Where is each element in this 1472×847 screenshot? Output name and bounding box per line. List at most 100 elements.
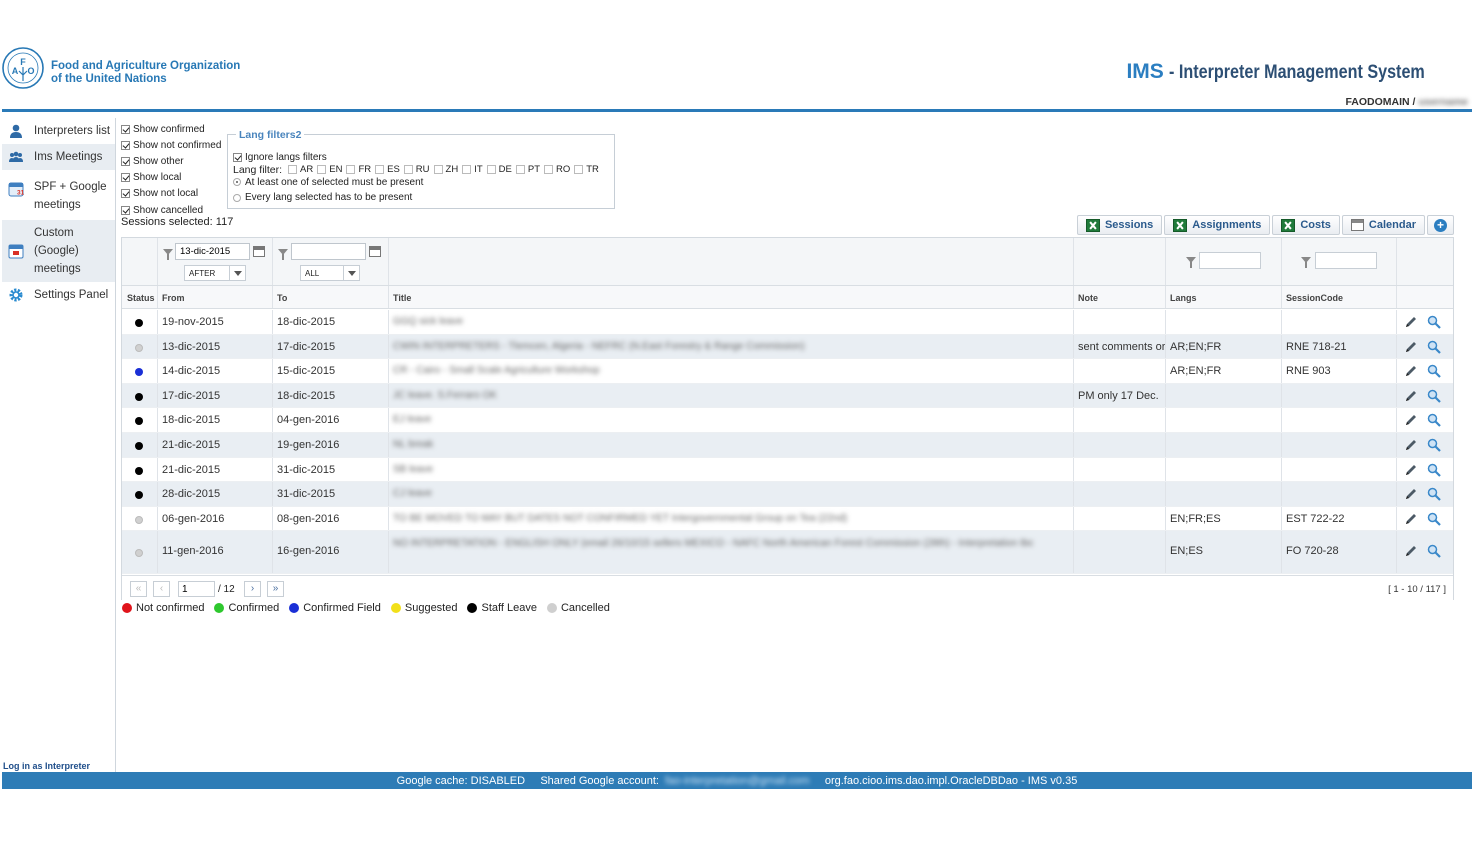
- next-page-button[interactable]: ›: [244, 581, 261, 597]
- lang-option-tr[interactable]: TR: [574, 164, 599, 175]
- checkbox[interactable]: [121, 124, 130, 134]
- radio-at-least-one[interactable]: At least one of selected must be present: [233, 176, 603, 189]
- table-row[interactable]: 06-gen-2016 08-gen-2016 TO BE MOVED TO MAY…: [122, 506, 1453, 532]
- search-icon[interactable]: [1427, 389, 1441, 403]
- lang-option-fr[interactable]: FR: [346, 164, 371, 175]
- checkbox[interactable]: [121, 140, 130, 150]
- table-row[interactable]: 13-dic-2015 17-dic-2015 CWIN INTERPRETERS …: [122, 334, 1453, 360]
- export-costs-button[interactable]: Costs: [1272, 215, 1340, 235]
- pencil-icon[interactable]: [1404, 438, 1418, 452]
- to-mode-select[interactable]: ALL: [300, 265, 360, 281]
- sidebar-item-ims-meetings[interactable]: Ims Meetings: [2, 144, 115, 170]
- prev-page-button[interactable]: ‹: [153, 581, 170, 597]
- lang-option-es[interactable]: ES: [375, 164, 400, 175]
- table-row[interactable]: 19-nov-2015 18-dic-2015 GGQ sick leave: [122, 310, 1453, 335]
- session-code-filter-input[interactable]: [1315, 252, 1377, 269]
- search-icon[interactable]: [1427, 544, 1441, 559]
- checkbox[interactable]: [121, 205, 130, 215]
- search-icon[interactable]: [1427, 413, 1441, 428]
- table-row[interactable]: 21-dic-2015 19-gen-2016 NL break: [122, 432, 1453, 458]
- pencil-icon[interactable]: [1404, 487, 1418, 501]
- filter-show-not-local[interactable]: Show not local: [121, 186, 221, 202]
- add-session-button[interactable]: +: [1427, 215, 1454, 235]
- header-note[interactable]: Note: [1078, 293, 1098, 303]
- lang-option-it[interactable]: IT: [462, 164, 483, 175]
- checkbox[interactable]: [121, 189, 130, 199]
- checkbox[interactable]: [486, 165, 496, 175]
- search-icon[interactable]: [1427, 315, 1441, 329]
- table-row[interactable]: 21-dic-2015 31-dic-2015 SB leave: [122, 457, 1453, 483]
- lang-option-ru[interactable]: RU: [403, 164, 430, 175]
- filter-show-local[interactable]: Show local: [121, 170, 221, 186]
- ignore-langs-filter[interactable]: Ignore langs filters: [233, 151, 603, 164]
- lang-option-ar[interactable]: AR: [288, 164, 313, 175]
- checkbox[interactable]: [515, 165, 525, 175]
- radio[interactable]: [233, 193, 241, 202]
- pencil-icon[interactable]: [1404, 389, 1418, 403]
- checkbox[interactable]: [375, 165, 385, 175]
- calendar-icon[interactable]: [369, 246, 381, 257]
- checkbox[interactable]: [121, 173, 130, 183]
- checkbox[interactable]: [317, 165, 327, 175]
- search-icon[interactable]: [1427, 463, 1441, 477]
- first-page-button[interactable]: «: [130, 581, 147, 597]
- checkbox[interactable]: [403, 165, 413, 175]
- langs-filter-input[interactable]: [1199, 252, 1261, 269]
- checkbox[interactable]: [346, 165, 356, 175]
- checkbox[interactable]: [544, 165, 553, 175]
- search-icon[interactable]: [1427, 487, 1441, 501]
- checkbox[interactable]: [462, 165, 472, 175]
- checkbox[interactable]: [233, 152, 242, 162]
- pencil-icon[interactable]: [1404, 512, 1418, 526]
- last-page-button[interactable]: »: [267, 581, 284, 597]
- pencil-icon[interactable]: [1404, 364, 1418, 378]
- header-title[interactable]: Title: [393, 293, 411, 303]
- login-as-interpreter-link[interactable]: Log in as Interpreter: [3, 761, 90, 771]
- calendar-icon[interactable]: [253, 246, 265, 257]
- table-row[interactable]: 28-dic-2015 31-dic-2015 CJ leave: [122, 482, 1453, 507]
- to-date-filter[interactable]: [291, 243, 366, 260]
- from-date-filter[interactable]: [175, 243, 250, 260]
- checkbox[interactable]: [288, 165, 298, 175]
- radio[interactable]: [233, 178, 241, 187]
- table-row[interactable]: 18-dic-2015 04-gen-2016 EJ leave: [122, 408, 1453, 433]
- checkbox[interactable]: [433, 165, 443, 175]
- search-icon[interactable]: [1427, 438, 1441, 452]
- calendar-button[interactable]: Calendar: [1341, 215, 1425, 235]
- sidebar-item-settings[interactable]: Settings Panel: [2, 282, 115, 308]
- filter-show-confirmed[interactable]: Show confirmed: [121, 121, 221, 137]
- search-icon[interactable]: [1427, 512, 1441, 526]
- pencil-icon[interactable]: [1404, 544, 1418, 558]
- table-row[interactable]: 17-dic-2015 18-dic-2015 JC leave. S.Ferrar…: [122, 383, 1453, 409]
- pencil-icon[interactable]: [1404, 340, 1418, 354]
- lang-option-en[interactable]: EN: [317, 164, 342, 175]
- filter-show-other[interactable]: Show other: [121, 153, 221, 169]
- table-row[interactable]: 11-gen-2016 16-gen-2016 NO INTERPRETATION …: [122, 531, 1453, 575]
- sidebar-item-custom-google[interactable]: Custom (Google) meetings: [2, 220, 115, 282]
- lang-option-ro[interactable]: RO: [544, 164, 570, 175]
- from-mode-select[interactable]: AFTER: [184, 265, 246, 281]
- filter-show-not-confirmed[interactable]: Show not confirmed: [121, 137, 221, 153]
- header-to[interactable]: To: [277, 293, 287, 303]
- table-row[interactable]: 14-dic-2015 15-dic-2015 CR - Cairo - Small…: [122, 359, 1453, 384]
- search-icon[interactable]: [1427, 364, 1441, 378]
- lang-option-pt[interactable]: PT: [515, 164, 540, 175]
- header-from[interactable]: From: [162, 293, 185, 303]
- sidebar-item-spf-google[interactable]: 31 SPF + Google meetings: [2, 170, 115, 220]
- search-icon[interactable]: [1427, 340, 1441, 354]
- sidebar-item-interpreters[interactable]: Interpreters list: [2, 118, 115, 144]
- lang-option-de[interactable]: DE: [486, 164, 512, 175]
- checkbox[interactable]: [574, 165, 584, 175]
- header-status[interactable]: Status: [127, 293, 155, 303]
- pencil-icon[interactable]: [1404, 315, 1418, 329]
- checkbox[interactable]: [121, 156, 130, 166]
- lang-option-zh[interactable]: ZH: [433, 164, 458, 175]
- export-assignments-button[interactable]: Assignments: [1164, 215, 1271, 235]
- pencil-icon[interactable]: [1404, 413, 1418, 427]
- page-number-input[interactable]: [178, 581, 215, 597]
- header-session-code[interactable]: SessionCode: [1286, 293, 1343, 303]
- radio-every-lang[interactable]: Every lang selected has to be present: [233, 192, 603, 205]
- header-langs[interactable]: Langs: [1170, 293, 1197, 303]
- pencil-icon[interactable]: [1404, 463, 1418, 477]
- export-sessions-button[interactable]: Sessions: [1076, 215, 1163, 235]
